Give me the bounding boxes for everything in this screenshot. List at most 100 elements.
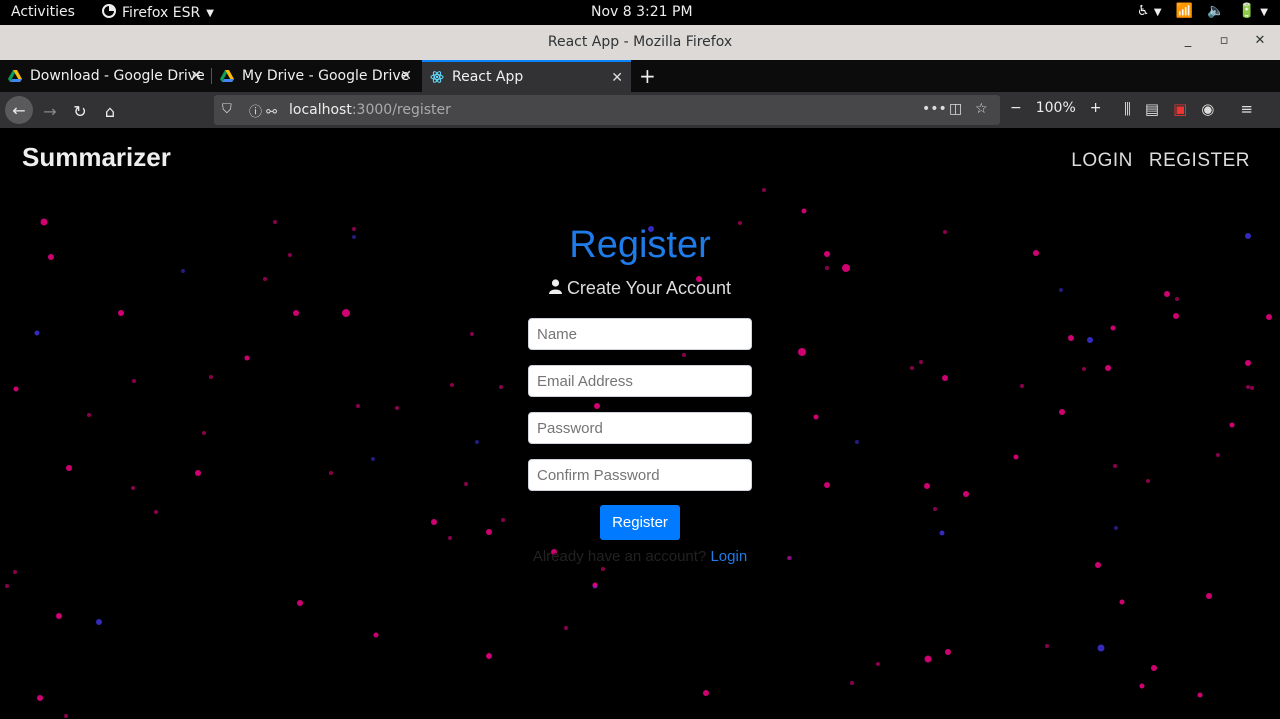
zoom-out-button[interactable]: − (1010, 100, 1022, 116)
particle-dot (470, 332, 474, 336)
sidebar-icon[interactable]: ▤ (1145, 100, 1159, 118)
particle-dot (703, 690, 709, 696)
particle-dot (564, 626, 568, 630)
tab-react-app[interactable]: React App ✕ (422, 60, 631, 92)
maximize-button[interactable]: ▫ (1216, 33, 1232, 48)
particle-dot (919, 360, 923, 364)
particle-dot (1013, 454, 1019, 460)
particle-dot (1266, 314, 1272, 320)
particle-dot (131, 486, 135, 490)
zoom-level[interactable]: 100% (1036, 100, 1076, 116)
particle-dot (371, 457, 375, 461)
menu-icon[interactable]: ≡ (1240, 100, 1253, 118)
already-label: Already have an account? (532, 548, 707, 565)
particle-dot (1095, 562, 1101, 568)
close-icon[interactable]: ✕ (611, 70, 623, 86)
name-field[interactable] (528, 318, 752, 350)
particle-dot (1059, 288, 1063, 292)
tab-download-google-drive[interactable]: Download - Google Drive ✕ (0, 60, 210, 92)
particle-dot (273, 220, 277, 224)
email-field[interactable] (528, 365, 752, 397)
particle-dot (1119, 599, 1125, 605)
particle-dot (66, 465, 72, 471)
zoom-in-button[interactable]: + (1090, 100, 1102, 116)
network-icon: 📶 (1175, 3, 1193, 19)
pocket-icon[interactable]: ◫ (949, 101, 962, 117)
particle-dot (87, 413, 91, 417)
particle-dot (501, 518, 505, 522)
particle-dot (154, 510, 158, 514)
particle-dot (464, 482, 468, 486)
particle-dot (1113, 464, 1117, 468)
app-menu[interactable]: Firefox ESR ▼ (102, 4, 214, 22)
close-icon[interactable]: ✕ (190, 68, 202, 84)
library-icon[interactable]: ⫼ (1124, 100, 1131, 118)
extension-icon[interactable]: ▣ (1173, 100, 1187, 118)
register-button[interactable]: Register (600, 505, 680, 540)
particle-dot (1245, 360, 1251, 366)
bookmark-star-icon[interactable]: ☆ (975, 101, 988, 117)
google-drive-icon (220, 69, 234, 83)
confirm-password-field[interactable] (528, 459, 752, 491)
tracking-shield-icon[interactable]: ⛉ (222, 102, 232, 117)
particle-dot (202, 431, 206, 435)
particle-dot (939, 530, 945, 536)
activities-button[interactable]: Activities (11, 4, 75, 20)
close-icon[interactable]: ✕ (400, 68, 412, 84)
home-button[interactable]: ⌂ (97, 98, 123, 124)
particle-dot (5, 584, 9, 588)
particle-dot (486, 529, 492, 535)
page-actions-icon[interactable]: ••• (922, 101, 947, 117)
back-button[interactable]: ← (5, 96, 33, 124)
new-tab-button[interactable]: + (639, 64, 656, 88)
particle-dot (787, 556, 791, 560)
particle-dot (601, 567, 605, 571)
particle-dot (855, 440, 859, 444)
battery-icon: 🔋 ▼ (1238, 3, 1268, 19)
particle-dot (1059, 409, 1065, 415)
close-window-button[interactable]: ✕ (1252, 33, 1268, 48)
particle-dot (801, 208, 807, 214)
particle-dot (1164, 291, 1170, 297)
subtitle: Create Your Account (488, 278, 792, 299)
page-content: Summarizer LOGIN REGISTER Register Creat… (0, 128, 1280, 719)
particle-dot (288, 253, 292, 257)
particle-dot (56, 613, 62, 619)
particle-dot (1020, 384, 1024, 388)
url-text[interactable]: localhost:3000/register (289, 102, 451, 118)
particle-dot (395, 406, 399, 410)
url-bar[interactable]: ⛉ ⓘ ⚯ localhost:3000/register ••• ◫ ☆ (214, 95, 1000, 125)
particle-dot (499, 385, 503, 389)
clock[interactable]: Nov 8 3:21 PM (591, 4, 693, 20)
login-link[interactable]: Login (710, 548, 747, 565)
particle-dot (342, 309, 350, 317)
particle-dot (486, 653, 492, 659)
nav-register-link[interactable]: REGISTER (1149, 150, 1250, 172)
particle-dot (329, 471, 333, 475)
particle-dot (798, 348, 806, 356)
password-field[interactable] (528, 412, 752, 444)
navigation-toolbar: ← → ↻ ⌂ ⛉ ⓘ ⚯ localhost:3000/register ••… (0, 92, 1280, 128)
window-title-bar: React App - Mozilla Firefox _ ▫ ✕ (0, 25, 1280, 60)
particle-dot (943, 230, 947, 234)
particle-dot (825, 266, 829, 270)
particle-dot (293, 310, 299, 316)
particle-dot (1216, 453, 1220, 457)
forward-button[interactable]: → (37, 98, 63, 124)
particle-dot (682, 353, 686, 357)
reload-button[interactable]: ↻ (67, 98, 93, 124)
tab-my-drive[interactable]: My Drive - Google Drive ✕ (212, 60, 420, 92)
firefox-icon (102, 4, 116, 22)
particle-dot (263, 277, 267, 281)
minimize-button[interactable]: _ (1180, 33, 1196, 48)
site-info-icon[interactable]: ⓘ ⚯ (249, 101, 277, 120)
system-tray[interactable]: ♿ ▼ 📶 🔈 🔋 ▼ (1137, 3, 1268, 19)
particle-dot (924, 483, 930, 489)
app-menu-label: Firefox ESR (122, 5, 201, 21)
nav-login-link[interactable]: LOGIN (1071, 150, 1133, 172)
particle-dot (910, 366, 914, 370)
account-icon[interactable]: ◉ (1201, 100, 1214, 118)
chevron-down-icon: ▼ (206, 7, 214, 19)
brand-logo[interactable]: Summarizer (22, 142, 171, 173)
particle-dot (132, 379, 136, 383)
